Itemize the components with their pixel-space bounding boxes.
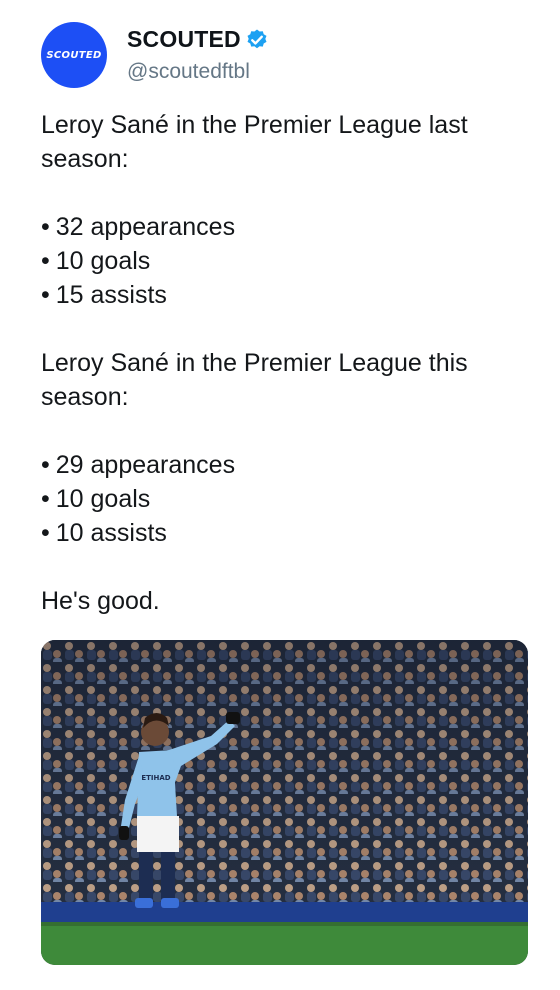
account-handle[interactable]: @scoutedftbl	[127, 60, 250, 84]
avatar-text: SCOUTED	[46, 49, 102, 61]
tweet-header: SCOUTED SCOUTED @scoutedftbl	[41, 22, 521, 92]
advertising-board	[41, 902, 528, 922]
verified-badge-icon	[247, 29, 267, 48]
stat-this-appearances: 29 appearances	[41, 448, 531, 482]
pitch	[41, 922, 528, 965]
kit-sponsor-text: ETIHAD	[141, 774, 170, 782]
intro-last-season: Leroy Sané in the Premier League last se…	[41, 111, 468, 173]
tweet-text: Leroy Sané in the Premier League last se…	[41, 108, 531, 618]
stat-last-goals: 10 goals	[41, 244, 531, 278]
intro-this-season: Leroy Sané in the Premier League this se…	[41, 349, 468, 411]
stat-this-goals: 10 goals	[41, 482, 531, 516]
avatar[interactable]: SCOUTED	[41, 22, 107, 88]
closing-line: He's good.	[41, 587, 160, 615]
tweet-photo[interactable]: ETIHAD	[41, 640, 528, 965]
stat-this-assists: 10 assists	[41, 516, 531, 550]
stat-last-assists: 15 assists	[41, 278, 531, 312]
display-name[interactable]: SCOUTED	[127, 26, 241, 53]
stadium-photo-image: ETIHAD	[41, 640, 528, 965]
stat-last-appearances: 32 appearances	[41, 210, 531, 244]
name-row: SCOUTED	[127, 26, 269, 53]
